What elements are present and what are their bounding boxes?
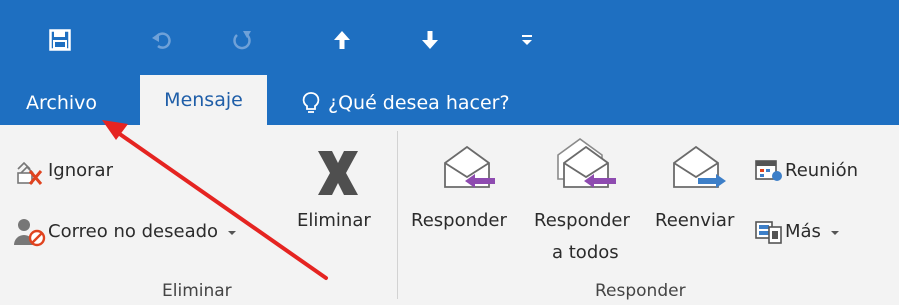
down-arrow-icon bbox=[422, 31, 438, 49]
more-responses-icon bbox=[755, 221, 782, 244]
reply-all-icon-wrap bbox=[556, 135, 618, 199]
save-button[interactable] bbox=[38, 20, 82, 60]
reply-icon-wrap bbox=[441, 143, 497, 199]
junk-icon-wrap bbox=[14, 217, 46, 251]
next-item-button[interactable] bbox=[410, 20, 450, 60]
meeting-calendar-icon bbox=[755, 160, 782, 181]
customize-icon bbox=[522, 35, 532, 45]
junk-mail-label: Correo no deseado bbox=[48, 221, 219, 242]
forward-icon-wrap bbox=[670, 143, 728, 199]
up-arrow-icon bbox=[334, 31, 350, 49]
quick-access-toolbar bbox=[0, 0, 899, 81]
reply-icon bbox=[444, 145, 495, 188]
tell-me-text: ¿Qué desea hacer? bbox=[328, 92, 510, 114]
more-button[interactable]: Más bbox=[785, 221, 840, 242]
ignore-button[interactable]: Ignorar bbox=[48, 160, 113, 181]
tell-me-box[interactable]: ¿Qué desea hacer? bbox=[302, 81, 510, 125]
tab-archivo[interactable]: Archivo bbox=[26, 81, 97, 125]
ribbon-tabs: Archivo Mensaje ¿Qué desea hacer? bbox=[0, 75, 899, 125]
redo-icon bbox=[233, 31, 251, 50]
group-label-responder: Responder bbox=[595, 281, 686, 301]
customize-toolbar-button[interactable] bbox=[512, 20, 542, 60]
group-separator bbox=[397, 131, 398, 299]
delete-button[interactable]: Eliminar bbox=[297, 210, 371, 231]
meeting-icon-wrap bbox=[755, 159, 783, 187]
reply-all-icon bbox=[557, 138, 616, 188]
delete-icon-wrap bbox=[310, 145, 366, 205]
delete-x-icon bbox=[318, 151, 358, 195]
reply-all-button-line2[interactable]: a todos bbox=[552, 242, 619, 263]
junk-mail-button[interactable]: Correo no deseado bbox=[48, 221, 237, 242]
reply-all-button-line1[interactable]: Responder bbox=[534, 210, 630, 231]
more-label: Más bbox=[785, 221, 821, 242]
chevron-down-icon bbox=[830, 231, 839, 235]
previous-item-button[interactable] bbox=[322, 20, 362, 60]
ignore-button-icon-wrap bbox=[14, 159, 44, 191]
undo-icon bbox=[152, 32, 171, 49]
lightbulb-icon bbox=[302, 92, 320, 113]
redo-button[interactable] bbox=[222, 20, 262, 60]
group-label-eliminar: Eliminar bbox=[162, 281, 232, 301]
reply-button[interactable]: Responder bbox=[411, 210, 507, 231]
tab-mensaje[interactable]: Mensaje bbox=[140, 75, 267, 125]
more-icon-wrap bbox=[755, 219, 783, 249]
meeting-button[interactable]: Reunión bbox=[785, 160, 858, 181]
chevron-down-icon bbox=[227, 231, 236, 235]
forward-button[interactable]: Reenviar bbox=[655, 210, 734, 231]
ignore-icon bbox=[17, 161, 43, 185]
forward-icon bbox=[673, 145, 726, 188]
undo-button[interactable] bbox=[142, 20, 182, 60]
save-icon bbox=[49, 29, 71, 51]
junk-mail-icon bbox=[14, 219, 46, 247]
ribbon-message: Ignorar Correo no deseado Eliminar Elimi… bbox=[0, 125, 899, 305]
